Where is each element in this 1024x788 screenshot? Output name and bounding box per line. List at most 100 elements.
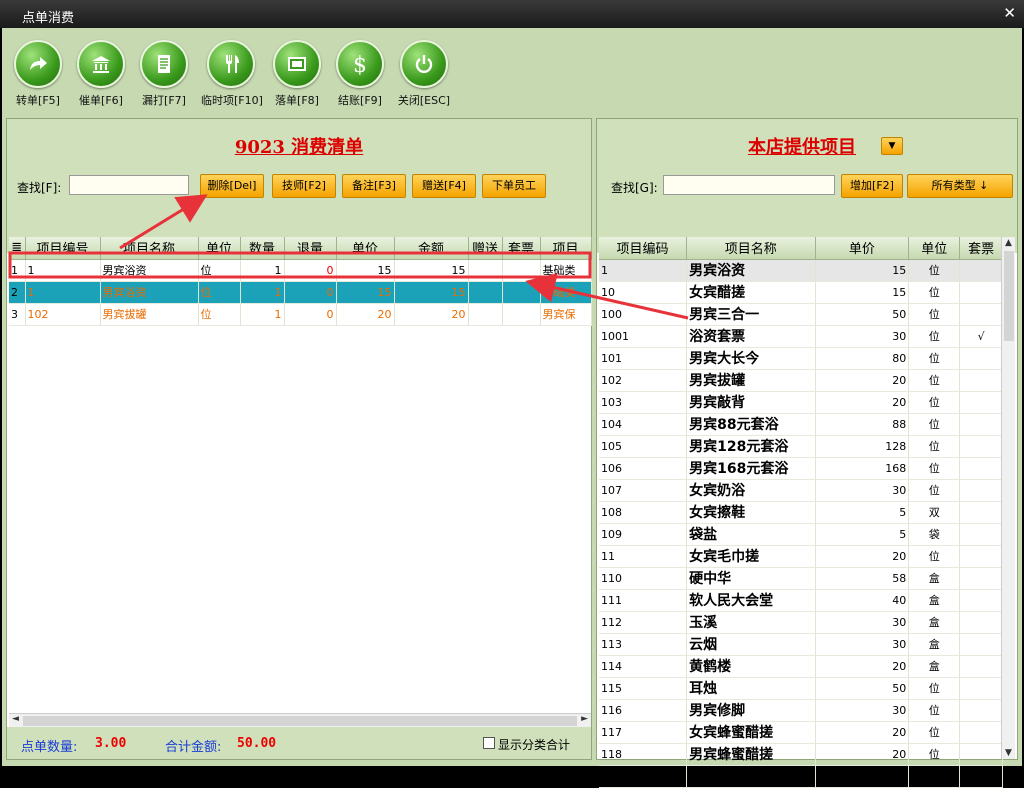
- table-row[interactable]: 114 黄鹤楼 20 盒: [599, 655, 1003, 678]
- col-header[interactable]: 项目编码: [599, 237, 688, 260]
- consumption-table: ≣ 项目编号 项目名称 单位 数量 退量 单价 金额 赠送 套票 项目 1 1 …: [9, 237, 592, 326]
- left-panel-header: 9023 消费清单 查找[F]: 删除[Del] 技师[F2] 备注[F3] 赠…: [7, 119, 591, 253]
- table-row[interactable]: 1 1 男宾浴资 位 1 0 15 15 基础类: [9, 259, 592, 282]
- temp-item-label: 临时项[F10]: [201, 94, 263, 107]
- add-item-button[interactable]: 增加[F2]: [841, 174, 903, 198]
- right-search-label: 查找[G]:: [611, 181, 658, 195]
- col-header[interactable]: 套票: [959, 237, 1003, 260]
- close-button[interactable]: 关闭[ESC]: [394, 40, 454, 108]
- table-row-selected[interactable]: 2 1 男宾浴资 位 1 0 15 15 基础类: [9, 281, 592, 304]
- transfer-label: 转单[F5]: [16, 94, 60, 107]
- col-header[interactable]: 单位: [908, 237, 961, 260]
- title-dropdown-button[interactable]: ▼: [881, 137, 903, 155]
- table-row[interactable]: 109 袋盐 5 袋: [599, 523, 1003, 546]
- delete-button[interactable]: 删除[Del]: [200, 174, 264, 198]
- col-header[interactable]: 项目: [540, 237, 592, 260]
- table-row[interactable]: 110 硬中华 58 盒: [599, 567, 1003, 590]
- col-header[interactable]: 单位: [198, 237, 241, 260]
- transfer-button[interactable]: 转单[F5]: [8, 40, 68, 108]
- table-row[interactable]: 10 女宾醋搓 15 位: [599, 281, 1003, 304]
- window-title: 点单消费: [22, 11, 75, 26]
- left-panel-footer: 点单数量: 3.00 合计金额: 50.00 显示分类合计: [7, 727, 591, 759]
- col-header[interactable]: 金额: [394, 237, 469, 260]
- gift-button[interactable]: 赠送[F4]: [412, 174, 476, 198]
- table-row[interactable]: 113 云烟 30 盒: [599, 633, 1003, 656]
- list-menu-icon[interactable]: ≣: [9, 237, 26, 260]
- table-row[interactable]: 116 男宾修脚 30 位: [599, 699, 1003, 722]
- svg-text:$: $: [353, 53, 367, 75]
- order-staff-button[interactable]: 下单员工: [482, 174, 546, 198]
- store-items-table: 项目编码 项目名称 单价 单位 套票 1 男宾浴资 15 位 10 女宾醋搓 15 位 100 男…: [599, 237, 1003, 788]
- consumption-table-header: ≣ 项目编号 项目名称 单位 数量 退量 单价 金额 赠送 套票 项目: [9, 237, 592, 260]
- scroll-thumb[interactable]: [1004, 251, 1014, 341]
- place-order-label: 落单[F8]: [275, 94, 319, 107]
- bank-icon: [92, 56, 110, 73]
- close-label: 关闭[ESC]: [397, 94, 451, 107]
- technician-button[interactable]: 技师[F2]: [272, 174, 336, 198]
- col-header[interactable]: 数量: [240, 237, 285, 260]
- table-row[interactable]: 105 男宾128元套浴 128 位: [599, 435, 1003, 458]
- checkout-label: 结账[F9]: [338, 94, 382, 107]
- scroll-left-icon[interactable]: ◄: [12, 714, 19, 724]
- checkout-button[interactable]: $ 结账[F9]: [330, 40, 390, 108]
- col-header[interactable]: 单价: [815, 237, 910, 260]
- category-total-label: 显示分类合计: [498, 738, 571, 752]
- left-search-label: 查找[F]:: [17, 181, 62, 195]
- table-row[interactable]: 104 男宾88元套浴 88 位: [599, 413, 1003, 436]
- note-button[interactable]: 备注[F3]: [342, 174, 406, 198]
- reprint-button[interactable]: 漏打[F7]: [134, 40, 194, 108]
- col-header[interactable]: 套票: [502, 237, 541, 260]
- power-icon: [415, 55, 433, 73]
- right-vertical-scrollbar[interactable]: ▲ ▼: [1001, 237, 1015, 759]
- table-row[interactable]: 100 男宾三合一 50 位: [599, 303, 1003, 326]
- document-icon: [158, 55, 170, 73]
- window-body: 转单[F5] 催单[F6] 漏打[F7] 临时项[F10] 落单[F8] $ 结…: [2, 28, 1022, 788]
- store-items-panel: 本店提供项目 ▼ 查找[G]: 增加[F2] 所有类型 ↓ 项目编码 项目名称 …: [596, 118, 1018, 788]
- table-row[interactable]: 117 女宾蜂蜜醋搓 20 位: [599, 721, 1003, 744]
- left-search-input[interactable]: [69, 175, 189, 195]
- right-search-input[interactable]: [663, 175, 835, 195]
- table-row[interactable]: 118 男宾蜂蜜醋搓 20 位: [599, 743, 1003, 766]
- utensils-icon: [226, 55, 239, 73]
- table-row[interactable]: 3 102 男宾拔罐 位 1 0 20 20 男宾保: [9, 303, 592, 326]
- table-row[interactable]: 106 男宾168元套浴 168 位: [599, 457, 1003, 480]
- table-row[interactable]: 119 员工饮料 3 瓶: [599, 765, 1003, 788]
- table-row[interactable]: 103 男宾敲背 20 位: [599, 391, 1003, 414]
- right-panel-header: 本店提供项目 ▼ 查找[G]: 增加[F2] 所有类型 ↓: [597, 119, 1017, 253]
- total-amount-value: 50.00: [237, 736, 277, 751]
- reprint-label: 漏打[F7]: [142, 94, 186, 107]
- order-count-label: 点单数量:: [21, 740, 78, 755]
- scroll-down-icon[interactable]: ▼: [1005, 748, 1012, 758]
- col-header[interactable]: 退量: [284, 237, 337, 260]
- place-order-button[interactable]: 落单[F8]: [267, 40, 327, 108]
- table-row[interactable]: 1001 浴资套票 30 位 √: [599, 325, 1003, 348]
- table-row[interactable]: 102 男宾拔罐 20 位: [599, 369, 1003, 392]
- table-row[interactable]: 112 玉溪 30 盒: [599, 611, 1003, 634]
- table-row[interactable]: 1 男宾浴资 15 位: [599, 259, 1003, 282]
- temp-item-button[interactable]: 临时项[F10]: [201, 40, 263, 108]
- table-row[interactable]: 115 耳烛 50 位: [599, 677, 1003, 700]
- all-types-dropdown[interactable]: 所有类型 ↓: [907, 174, 1013, 198]
- col-header[interactable]: 项目编号: [25, 237, 101, 260]
- col-header[interactable]: 单价: [336, 237, 395, 260]
- consumption-list-panel: 9023 消费清单 查找[F]: 删除[Del] 技师[F2] 备注[F3] 赠…: [6, 118, 592, 760]
- scroll-up-icon[interactable]: ▲: [1005, 238, 1012, 248]
- scroll-thumb[interactable]: [23, 716, 577, 726]
- transfer-icon: [30, 57, 47, 70]
- category-total-checkbox[interactable]: [483, 737, 495, 749]
- table-row[interactable]: 11 女宾毛巾搓 20 位: [599, 545, 1003, 568]
- urge-button[interactable]: 催单[F6]: [71, 40, 131, 108]
- close-icon[interactable]: ✕: [1003, 4, 1016, 22]
- col-header[interactable]: 项目名称: [100, 237, 199, 260]
- store-items-table-header: 项目编码 项目名称 单价 单位 套票: [599, 237, 1003, 260]
- table-row[interactable]: 107 女宾奶浴 30 位: [599, 479, 1003, 502]
- left-horizontal-scrollbar[interactable]: ◄ ►: [9, 713, 591, 727]
- col-header[interactable]: 赠送: [468, 237, 503, 260]
- table-row[interactable]: 101 男宾大长今 80 位: [599, 347, 1003, 370]
- scroll-right-icon[interactable]: ►: [581, 714, 588, 724]
- window-titlebar: 点单消费 ✕: [0, 0, 1024, 28]
- table-row[interactable]: 111 软人民大会堂 40 盒: [599, 589, 1003, 612]
- col-header[interactable]: 项目名称: [686, 237, 816, 260]
- total-amount-label: 合计金额:: [165, 740, 222, 755]
- table-row[interactable]: 108 女宾擦鞋 5 双: [599, 501, 1003, 524]
